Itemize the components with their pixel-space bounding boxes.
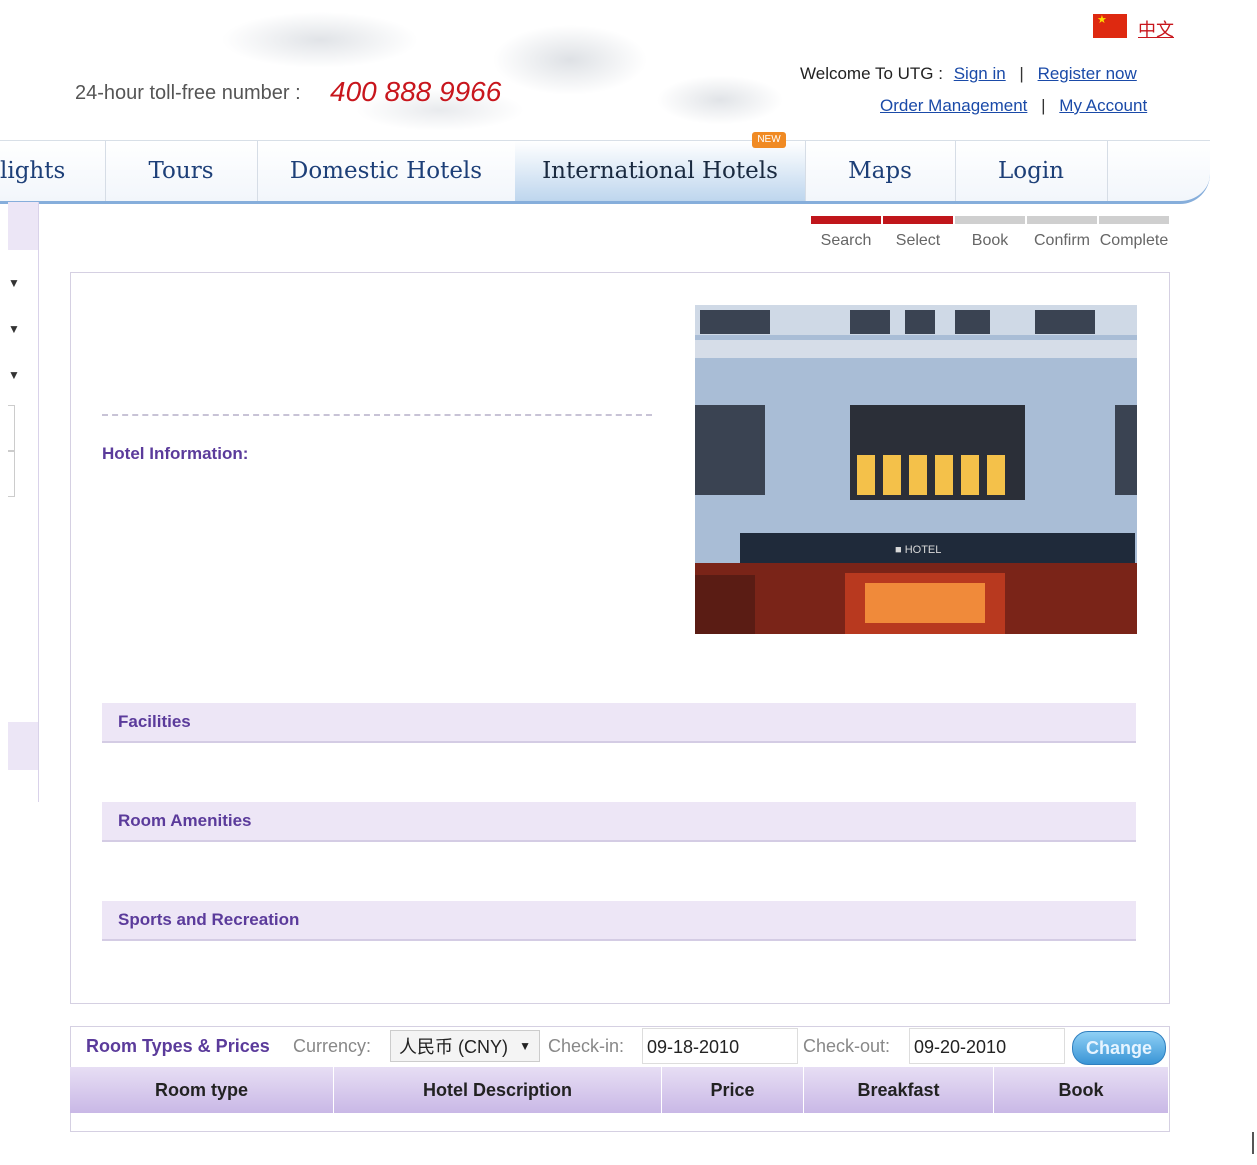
tollfree-label: 24-hour toll-free number :: [75, 82, 301, 104]
checkin-date-input[interactable]: 09-18-2010: [642, 1028, 798, 1064]
change-button[interactable]: Change: [1072, 1031, 1166, 1065]
sidebar-input[interactable]: [8, 405, 15, 452]
sports-recreation-section[interactable]: Sports and Recreation: [102, 901, 1136, 941]
search-sidebar: [8, 202, 39, 802]
progress-step-select: Select: [883, 216, 953, 250]
sidebar-header: [8, 202, 38, 250]
divider: [102, 414, 652, 416]
sidebar-footer: [8, 722, 38, 770]
section-title: Room Amenities: [118, 811, 252, 830]
welcome-text: Welcome To UTG :: [800, 64, 943, 83]
nav-item-flights[interactable]: lights: [0, 141, 106, 201]
nav-item-maps[interactable]: Maps: [805, 141, 956, 201]
language-switch-link[interactable]: 中文: [1138, 16, 1174, 42]
currency-select[interactable]: 人民币 (CNY) ▼: [390, 1030, 540, 1062]
room-amenities-section[interactable]: Room Amenities: [102, 802, 1136, 842]
column-header-hotel-description: Hotel Description: [334, 1067, 662, 1113]
hotel-sign-text: ■ HOTEL: [895, 544, 941, 556]
separator: |: [1041, 96, 1046, 115]
sign-in-link[interactable]: Sign in: [954, 64, 1006, 83]
register-link[interactable]: Register now: [1038, 64, 1137, 83]
step-label: Select: [895, 232, 941, 249]
step-label: Search: [820, 232, 872, 249]
column-header-book: Book: [994, 1067, 1168, 1113]
nav-item-login[interactable]: Login: [955, 141, 1108, 201]
column-header-breakfast: Breakfast: [804, 1067, 994, 1113]
step-bar: [811, 216, 881, 224]
step-bar: [955, 216, 1025, 224]
my-account-link[interactable]: My Account: [1059, 96, 1147, 115]
column-header-price: Price: [662, 1067, 804, 1113]
step-bar: [1027, 216, 1097, 224]
hotel-information-label: Hotel Information:: [102, 444, 249, 463]
facilities-section[interactable]: Facilities: [102, 703, 1136, 743]
separator: |: [1019, 64, 1024, 83]
new-badge: NEW: [752, 132, 786, 148]
dropdown-arrow-icon[interactable]: ▼: [8, 322, 20, 336]
hotel-photo: ■ HOTEL: [695, 305, 1137, 634]
step-bar: [1099, 216, 1169, 224]
checkout-label: Check-out:: [803, 1036, 891, 1056]
nav-item-domestic-hotels[interactable]: Domestic Hotels: [257, 141, 516, 201]
dropdown-arrow-icon[interactable]: ▼: [8, 368, 20, 382]
china-flag-icon[interactable]: ★: [1093, 14, 1127, 38]
checkout-date-input[interactable]: 09-20-2010: [909, 1028, 1065, 1064]
section-title: Facilities: [118, 712, 191, 731]
world-map-background: [120, 0, 840, 140]
step-bar: [883, 216, 953, 224]
section-title: Sports and Recreation: [118, 910, 300, 929]
progress-step-search: Search: [811, 216, 881, 250]
nav-item-international-hotels[interactable]: International Hotels: [515, 141, 806, 201]
dropdown-arrow-icon[interactable]: ▼: [8, 276, 20, 290]
sidebar-input[interactable]: [8, 450, 15, 497]
room-types-title: Room Types & Prices: [86, 1036, 270, 1056]
nav-item-tours[interactable]: Tours: [105, 141, 258, 201]
main-nav: lights Tours Domestic Hotels Internation…: [0, 140, 1210, 204]
account-links: Order Management | My Account: [880, 96, 1147, 116]
welcome-bar: Welcome To UTG : Sign in | Register now: [800, 64, 1137, 84]
step-label: Complete: [1099, 232, 1169, 249]
currency-value: 人民币 (CNY): [399, 1037, 508, 1057]
currency-label: Currency:: [293, 1036, 372, 1056]
tollfree-number: 400 888 9966: [330, 76, 502, 107]
checkin-label: Check-in:: [548, 1036, 625, 1056]
progress-step-complete: Complete: [1099, 216, 1169, 250]
step-label: Confirm: [1033, 232, 1090, 249]
progress-step-book: Book: [955, 216, 1025, 250]
progress-step-confirm: Confirm: [1027, 216, 1097, 250]
chevron-down-icon: ▼: [519, 1039, 531, 1053]
hotel-facade-image: ■ HOTEL: [695, 305, 1137, 634]
scrollbar-edge[interactable]: [1252, 1132, 1254, 1154]
step-label: Book: [971, 232, 1009, 249]
order-management-link[interactable]: Order Management: [880, 96, 1027, 115]
column-header-room-type: Room type: [70, 1067, 334, 1113]
